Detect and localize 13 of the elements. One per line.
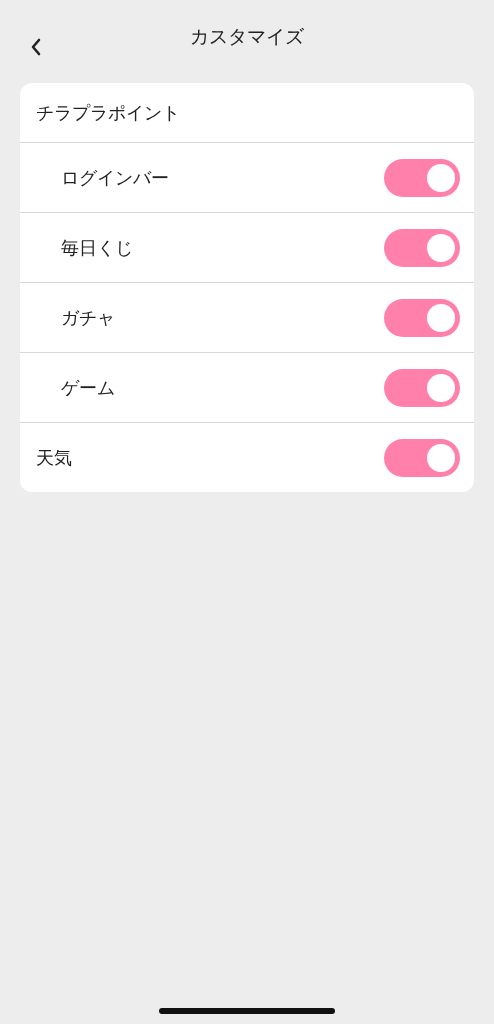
setting-label: 天気: [36, 445, 72, 470]
toggle-switch[interactable]: [384, 158, 460, 197]
toggle-switch[interactable]: [384, 368, 460, 407]
setting-label: ログインバー: [61, 165, 169, 190]
section-label: チラプラポイント: [36, 100, 180, 125]
toggle-switch[interactable]: [384, 298, 460, 337]
toggle-switch[interactable]: [384, 438, 460, 477]
setting-label: ガチャ: [61, 305, 115, 330]
setting-label: ゲーム: [61, 375, 115, 400]
toggle-switch[interactable]: [384, 228, 460, 267]
setting-label: 毎日くじ: [61, 235, 133, 260]
back-icon[interactable]: [29, 38, 43, 56]
page-title: カスタマイズ: [190, 23, 304, 49]
